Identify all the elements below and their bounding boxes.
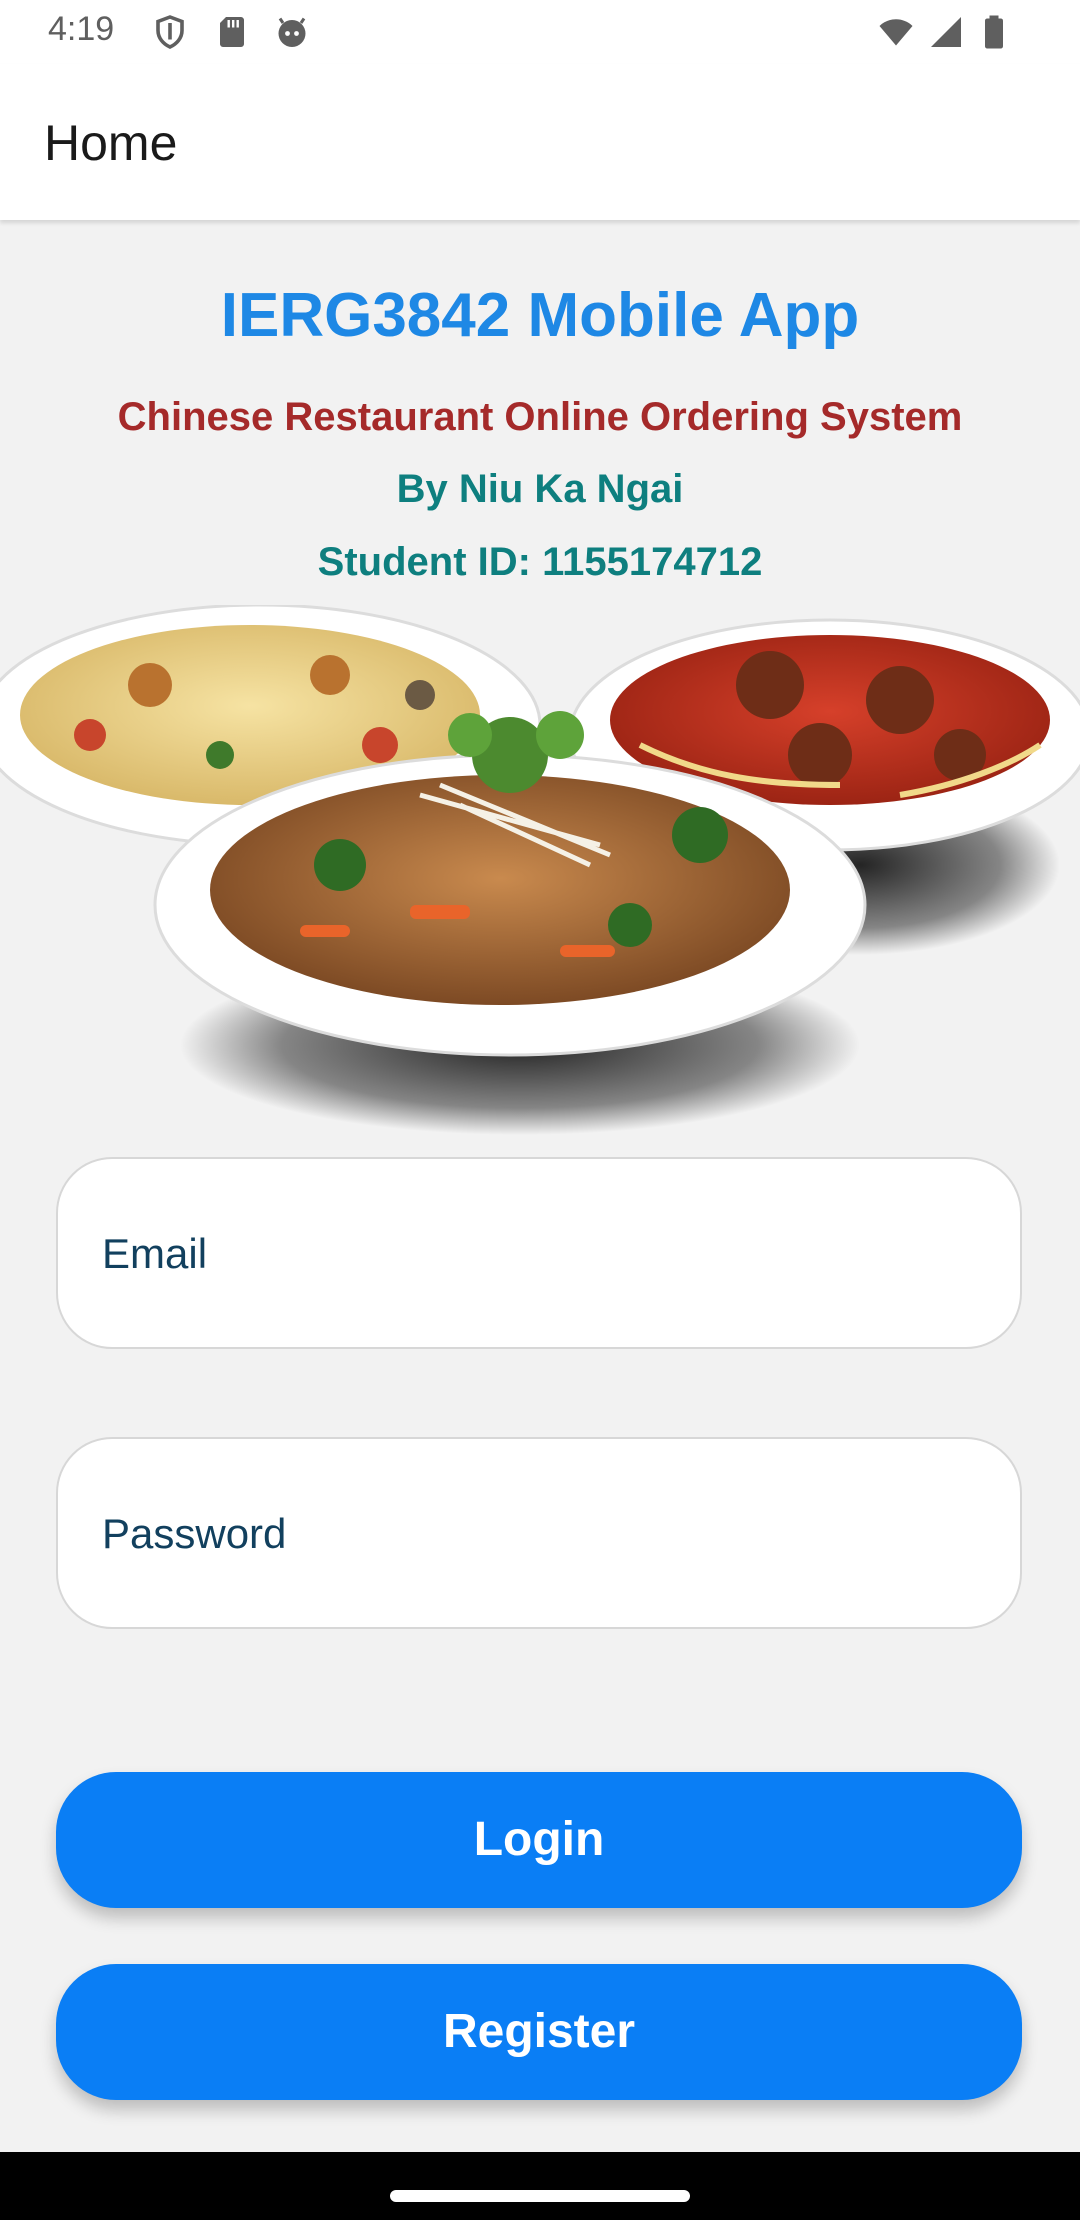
status-bar: 4:19 <box>0 0 1080 64</box>
register-button[interactable]: Register <box>56 1964 1022 2100</box>
battery-icon <box>985 15 1003 49</box>
food-plates-image <box>0 605 1080 1135</box>
shield-icon <box>156 15 184 49</box>
page-title: Home <box>44 115 178 171</box>
status-time: 4:19 <box>48 10 115 48</box>
app-title: IERG3842 Mobile App <box>220 281 860 350</box>
navigation-bar <box>0 2152 1080 2220</box>
app-bar: Home <box>0 64 1080 220</box>
home-gesture-handle[interactable] <box>390 2190 690 2202</box>
student-id-label: Student ID: 1155174712 <box>317 540 763 584</box>
email-field[interactable] <box>56 1157 1022 1349</box>
app-subtitle: Chinese Restaurant Online Ordering Syste… <box>117 395 963 439</box>
screen: 4:19 Home IERG3842 Mobile App Chinese Re… <box>0 0 1080 2220</box>
signal-icon <box>931 17 961 47</box>
password-input[interactable] <box>100 1439 984 1629</box>
android-face-icon <box>278 17 306 47</box>
wifi-icon <box>879 19 913 46</box>
password-field[interactable] <box>56 1437 1022 1629</box>
login-button[interactable]: Login <box>56 1772 1022 1908</box>
author-label: By Niu Ka Ngai <box>396 467 684 511</box>
sd-card-icon <box>220 17 244 47</box>
email-input[interactable] <box>100 1159 984 1349</box>
